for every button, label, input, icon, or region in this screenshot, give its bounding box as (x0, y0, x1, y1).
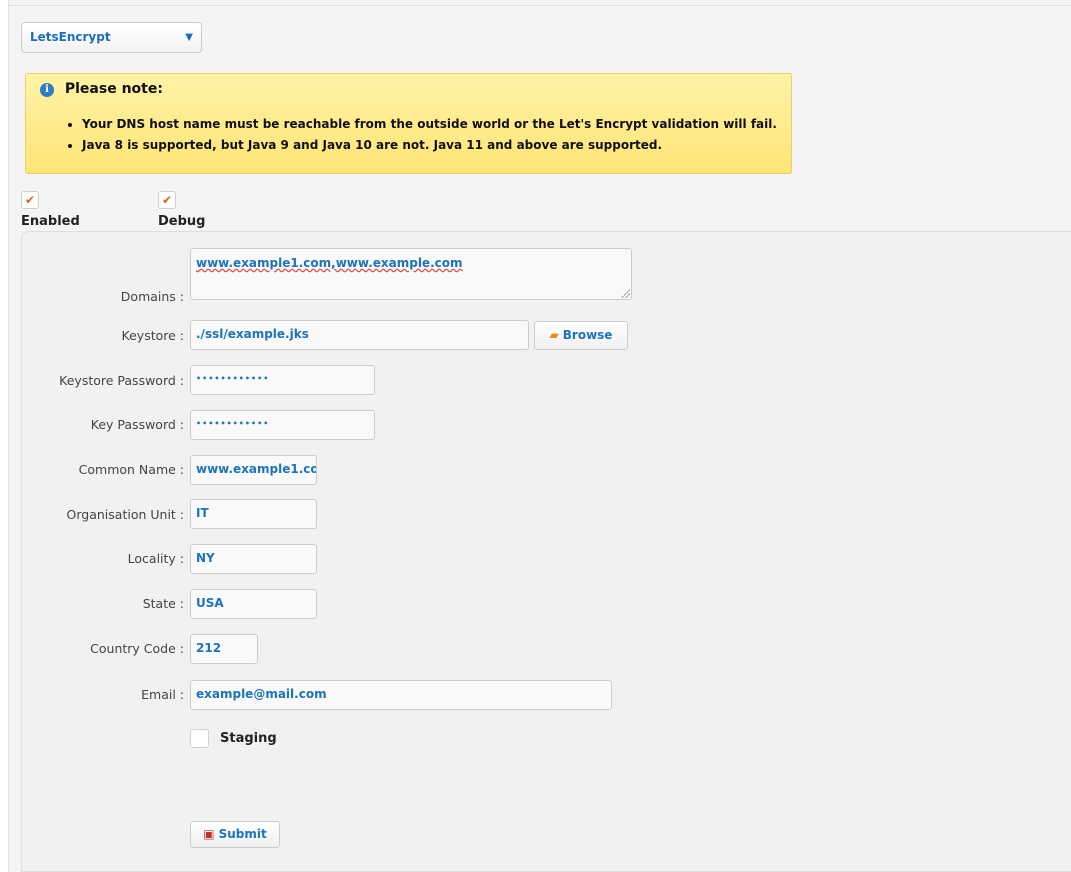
keystore-value: ./ssl/example.jks (196, 327, 309, 341)
organisation-unit-input[interactable]: IT (190, 499, 317, 529)
keystore-input[interactable]: ./ssl/example.jks (190, 320, 529, 350)
domains-value: www.example1.com,www.example.com (196, 256, 463, 270)
info-icon: i (40, 83, 54, 97)
keystore-password-value: •••••••••••• (196, 374, 270, 383)
email-input[interactable]: example@mail.com (190, 680, 612, 710)
selected-provider: LetsEncrypt (30, 30, 111, 44)
key-password-value: •••••••••••• (196, 419, 270, 428)
settings-page: LetsEncrypt ▼ i Please note: Your DNS ho… (8, 0, 1071, 872)
checkmark-icon: ✔ (158, 190, 176, 209)
country-code-label: Country Code : (90, 641, 184, 656)
certificate-provider-select[interactable]: LetsEncrypt ▼ (21, 22, 202, 53)
notice-title: i Please note: (40, 80, 163, 98)
submit-button[interactable]: ▣ Submit (190, 821, 280, 848)
state-value: USA (196, 596, 224, 610)
common-name-input[interactable]: www.example1.com (190, 455, 317, 485)
organisation-unit-value: IT (196, 506, 209, 520)
save-icon: ▣ (203, 827, 215, 841)
country-code-value: 212 (196, 641, 222, 655)
notice-item: Your DNS host name must be reachable fro… (82, 116, 777, 137)
domains-label: Domains : (120, 289, 184, 304)
key-password-input[interactable]: •••••••••••• (190, 410, 375, 440)
notice-title-text: Please note: (64, 81, 163, 97)
enabled-checkbox[interactable]: ✔ Enabled (21, 189, 80, 229)
key-password-label: Key Password : (90, 417, 184, 432)
notice-box: i Please note: Your DNS host name must b… (25, 73, 792, 174)
staging-label: Staging (220, 731, 277, 746)
email-label: Email : (141, 687, 184, 702)
submit-label: Submit (218, 827, 267, 841)
locality-label: Locality : (127, 551, 184, 566)
browse-button[interactable]: ▰ Browse (534, 321, 628, 350)
locality-input[interactable]: NY (190, 544, 317, 574)
folder-open-icon: ▰ (549, 328, 559, 342)
common-name-label: Common Name : (78, 462, 184, 477)
debug-label: Debug (158, 214, 206, 229)
state-input[interactable]: USA (190, 589, 317, 619)
chevron-down-icon: ▼ (185, 32, 193, 43)
locality-value: NY (196, 551, 215, 565)
staging-checkbox[interactable] (190, 729, 209, 748)
state-label: State : (142, 596, 184, 611)
organisation-unit-label: Organisation Unit : (66, 507, 184, 522)
keystore-label: Keystore : (121, 328, 184, 343)
browse-label: Browse (562, 328, 613, 342)
email-value: example@mail.com (196, 687, 327, 701)
notice-item: Java 8 is supported, but Java 9 and Java… (82, 137, 777, 158)
common-name-value: www.example1.com (196, 462, 316, 476)
top-divider (9, 0, 1071, 6)
keystore-password-label: Keystore Password : (59, 373, 184, 388)
domains-textarea[interactable]: www.example1.com,www.example.com (190, 248, 632, 300)
keystore-password-input[interactable]: •••••••••••• (190, 365, 375, 395)
resize-handle-icon[interactable] (620, 288, 630, 298)
letsencrypt-form: Domains : www.example1.com,www.example.c… (21, 231, 1071, 872)
enabled-label: Enabled (21, 214, 80, 229)
notice-list: Your DNS host name must be reachable fro… (66, 116, 777, 158)
checkmark-icon: ✔ (21, 190, 39, 209)
country-code-input[interactable]: 212 (190, 634, 258, 664)
debug-checkbox[interactable]: ✔ Debug (158, 189, 205, 229)
